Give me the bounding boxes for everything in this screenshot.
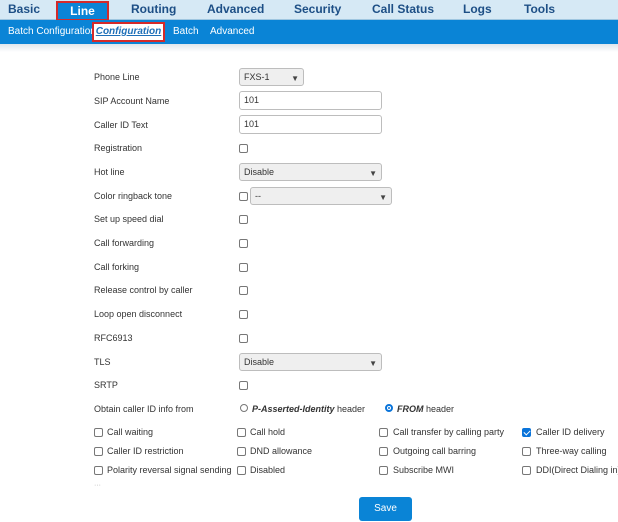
- tls-value: Disable: [244, 357, 275, 367]
- caller-id-restriction-label: Caller ID restriction: [107, 446, 184, 456]
- color-ringback-tone-checkbox[interactable]: [239, 192, 248, 201]
- registration-checkbox[interactable]: [239, 144, 248, 153]
- color-ringback-tone-select[interactable]: -- ▼: [250, 187, 392, 205]
- tab-security[interactable]: Security: [294, 0, 341, 19]
- hot-line-label: Hot line: [94, 167, 125, 177]
- hot-line-value: Disable: [244, 167, 275, 177]
- from-header-label: FROM header: [397, 404, 455, 414]
- tls-select[interactable]: Disable ▼: [239, 353, 382, 371]
- ddi-checkbox[interactable]: [522, 466, 531, 475]
- ddi-label: DDI(Direct Dialing in): [536, 465, 618, 475]
- call-forwarding-checkbox[interactable]: [239, 239, 248, 248]
- subscribe-mwi-label: Subscribe MWI: [393, 465, 455, 475]
- caller-id-text-label: Caller ID Text: [94, 120, 148, 130]
- subnav-configuration[interactable]: Configuration: [92, 22, 165, 42]
- speed-dial-checkbox[interactable]: [239, 215, 248, 224]
- three-way-calling-label: Three-way calling: [536, 446, 607, 456]
- sub-nav: Batch Configuration Configuration Batch …: [0, 20, 618, 44]
- polarity-reversal-checkbox[interactable]: [94, 466, 103, 475]
- caller-id-info-label: Obtain caller ID info from: [94, 404, 194, 414]
- subnav-shadow: [0, 44, 618, 52]
- release-control-label: Release control by caller: [94, 285, 193, 295]
- tab-advanced[interactable]: Advanced: [207, 0, 264, 19]
- subscribe-mwi-checkbox[interactable]: [379, 466, 388, 475]
- call-hold-label: Call hold: [250, 427, 286, 437]
- call-hold-checkbox[interactable]: [237, 428, 246, 437]
- phone-line-select[interactable]: FXS-1 ▼: [239, 68, 304, 86]
- loop-open-disconnect-label: Loop open disconnect: [94, 309, 183, 319]
- call-forking-label: Call forking: [94, 262, 140, 272]
- speed-dial-label: Set up speed dial: [94, 214, 164, 224]
- phone-line-label: Phone Line: [94, 72, 140, 82]
- caller-id-delivery-label: Caller ID delivery: [536, 427, 605, 437]
- hot-line-select[interactable]: Disable ▼: [239, 163, 382, 181]
- p-asserted-identity-radio[interactable]: [240, 404, 248, 412]
- from-header-radio[interactable]: [385, 404, 393, 412]
- call-waiting-checkbox[interactable]: [94, 428, 103, 437]
- caller-id-restriction-checkbox[interactable]: [94, 447, 103, 456]
- dnd-allowance-label: DND allowance: [250, 446, 313, 456]
- tls-label: TLS: [94, 357, 111, 367]
- subnav-advanced[interactable]: Advanced: [210, 20, 254, 44]
- more-indicator: ···: [94, 482, 101, 489]
- top-nav: Basic Line Routing Advanced Security Cal…: [0, 0, 618, 21]
- release-control-checkbox[interactable]: [239, 286, 248, 295]
- chevron-down-icon: ▼: [369, 359, 377, 368]
- rfc6913-label: RFC6913: [94, 333, 133, 343]
- outgoing-call-barring-checkbox[interactable]: [379, 447, 388, 456]
- color-ringback-tone-label: Color ringback tone: [94, 191, 173, 201]
- chevron-down-icon: ▼: [369, 169, 377, 178]
- caller-id-delivery-checkbox[interactable]: [522, 428, 531, 437]
- registration-label: Registration: [94, 143, 143, 153]
- disabled-checkbox[interactable]: [237, 466, 246, 475]
- rfc6913-checkbox[interactable]: [239, 334, 248, 343]
- outgoing-call-barring-label: Outgoing call barring: [393, 446, 477, 456]
- sip-account-name-input[interactable]: 101: [239, 91, 382, 110]
- disabled-label: Disabled: [250, 465, 286, 475]
- caller-id-text-input[interactable]: 101: [239, 115, 382, 134]
- srtp-checkbox[interactable]: [239, 381, 248, 390]
- chevron-down-icon: ▼: [379, 193, 387, 202]
- color-ringback-tone-value: --: [255, 191, 261, 201]
- phone-line-value: FXS-1: [244, 72, 270, 82]
- tab-basic[interactable]: Basic: [8, 0, 40, 19]
- p-asserted-identity-label: P-Asserted-Identity header: [252, 404, 366, 414]
- save-button[interactable]: Save: [359, 497, 412, 521]
- call-forking-checkbox[interactable]: [239, 263, 248, 272]
- call-waiting-label: Call waiting: [107, 427, 154, 437]
- call-forwarding-label: Call forwarding: [94, 238, 155, 248]
- sip-account-name-label: SIP Account Name: [94, 96, 170, 106]
- srtp-label: SRTP: [94, 380, 118, 390]
- subnav-batch-configuration[interactable]: Batch Configuration: [8, 20, 96, 44]
- call-transfer-label: Call transfer by calling party: [393, 427, 505, 437]
- polarity-reversal-label: Polarity reversal signal sending: [107, 465, 232, 475]
- tab-call-status[interactable]: Call Status: [372, 0, 434, 19]
- dnd-allowance-checkbox[interactable]: [237, 447, 246, 456]
- chevron-down-icon: ▼: [291, 74, 299, 83]
- call-transfer-checkbox[interactable]: [379, 428, 388, 437]
- loop-open-disconnect-checkbox[interactable]: [239, 310, 248, 319]
- tab-tools[interactable]: Tools: [524, 0, 555, 19]
- subnav-batch[interactable]: Batch: [173, 20, 199, 44]
- three-way-calling-checkbox[interactable]: [522, 447, 531, 456]
- tab-logs[interactable]: Logs: [463, 0, 492, 19]
- tab-line[interactable]: Line: [56, 1, 109, 21]
- tab-routing[interactable]: Routing: [131, 0, 176, 19]
